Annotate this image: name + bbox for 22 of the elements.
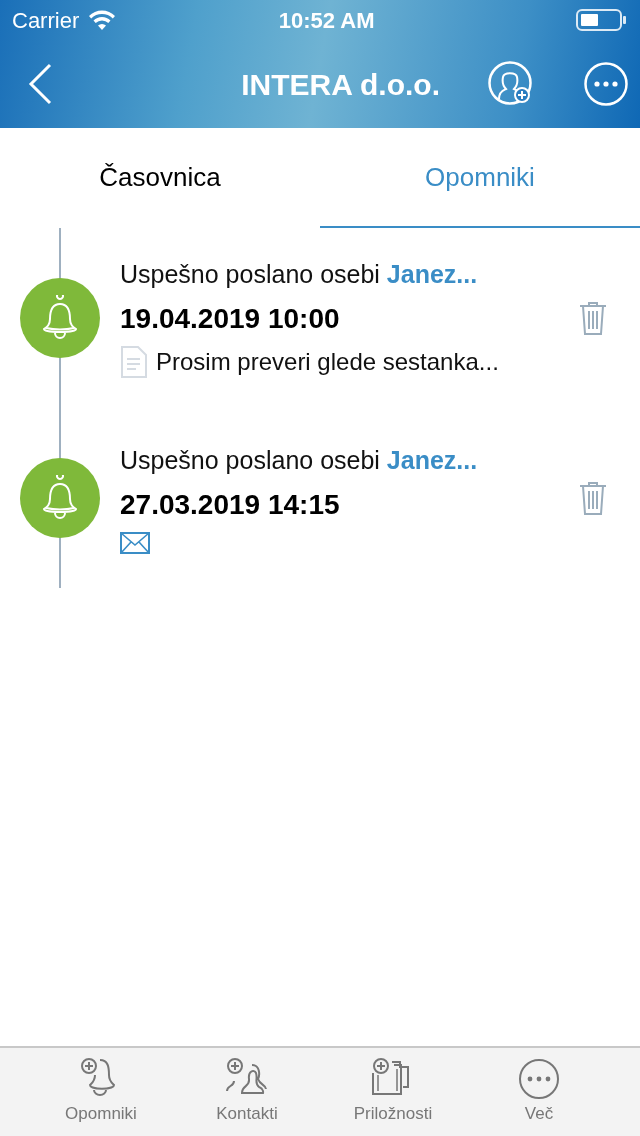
more-icon[interactable] <box>584 62 628 106</box>
carrier-name: Carrier <box>12 6 80 35</box>
status-text: Uspešno poslano osebi Janez... <box>120 259 479 291</box>
back-icon[interactable] <box>28 63 52 105</box>
tab-bar-item[interactable]: Več <box>466 1048 612 1136</box>
reminder-date: 27.03.2019 14:15 <box>120 487 341 522</box>
note-text: Prosim preveri glede sestanka... <box>156 346 499 377</box>
reminder-date: 19.04.2019 10:00 <box>120 301 341 336</box>
document-icon <box>120 345 148 378</box>
battery-icon <box>576 8 628 32</box>
clock-time: 10:52 AM <box>277 6 376 35</box>
status-text: Uspešno poslano osebi Janez... <box>120 445 479 477</box>
trash-icon[interactable] <box>579 301 607 335</box>
tab-bar-item[interactable]: Opomniki <box>28 1048 174 1136</box>
trash-icon[interactable] <box>579 481 607 515</box>
add-contact-icon[interactable] <box>488 61 534 107</box>
tab-bar-item[interactable]: Kontakti <box>174 1048 320 1136</box>
screen-title: INTERA d.o.o. <box>240 66 441 103</box>
envelope-icon <box>120 531 150 554</box>
tab-bar-item[interactable]: Priložnosti <box>320 1048 466 1136</box>
more-icon <box>517 1057 561 1102</box>
wifi-icon <box>87 9 118 31</box>
